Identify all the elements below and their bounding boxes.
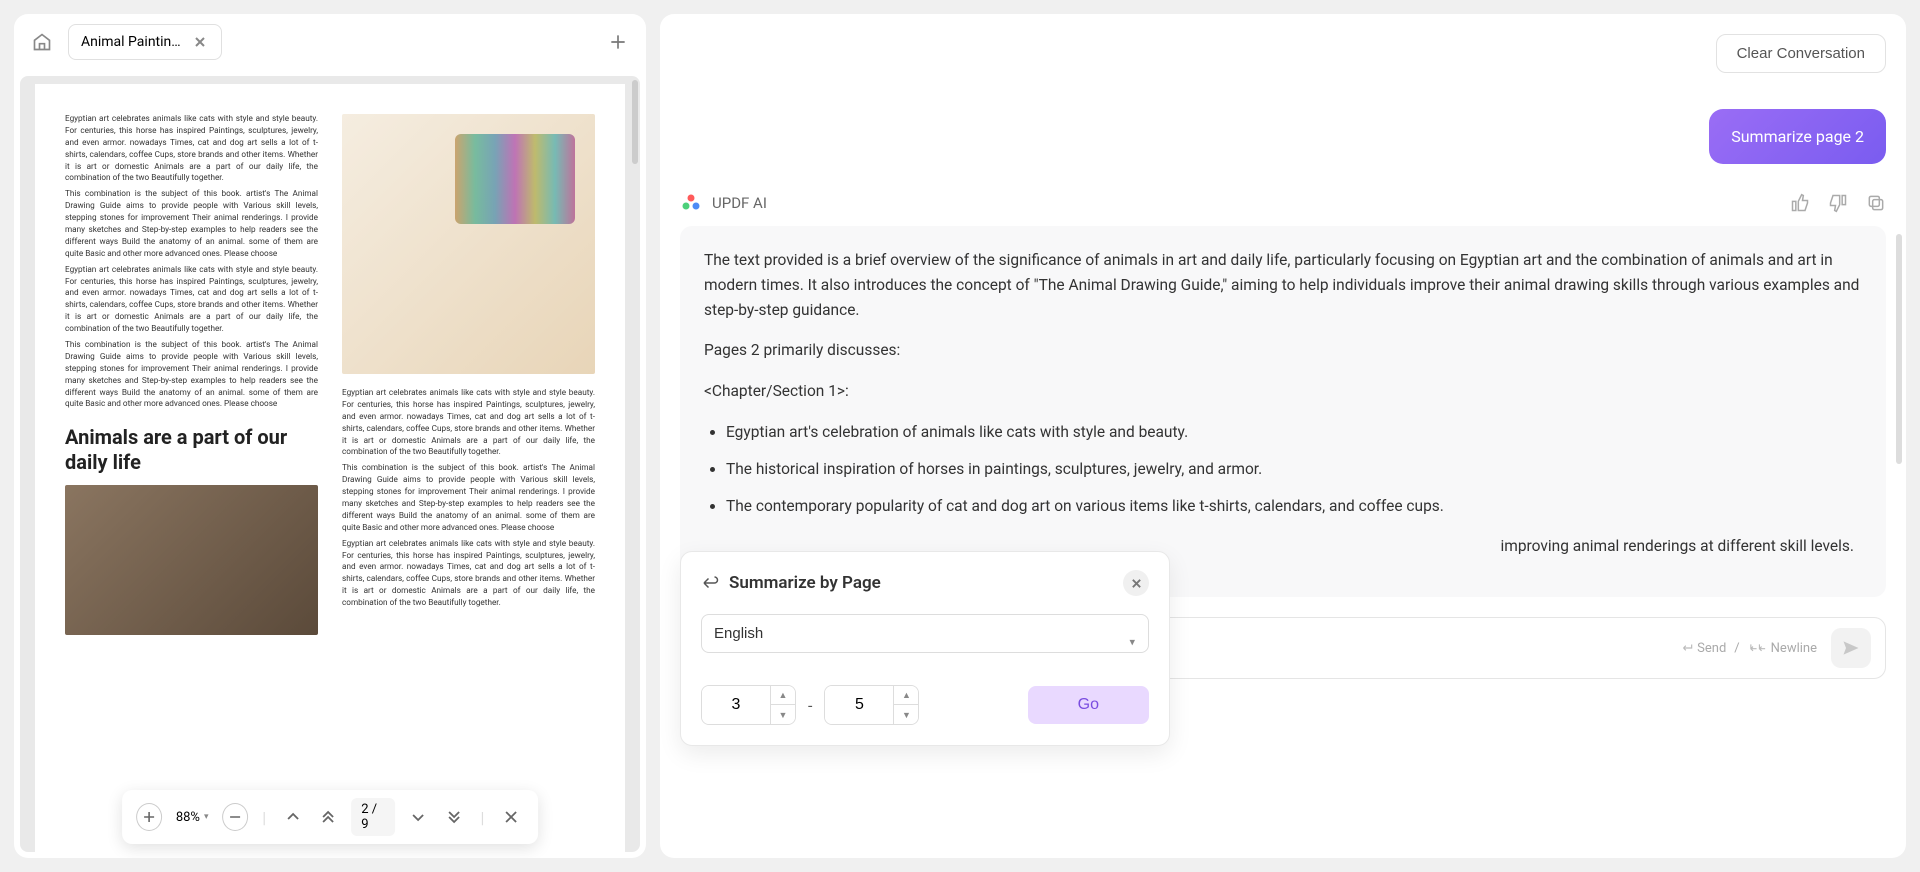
close-icon <box>504 810 518 824</box>
chevron-double-up-icon <box>320 809 336 825</box>
close-toolbar-button[interactable] <box>498 803 524 831</box>
thumbs-up-button[interactable] <box>1790 193 1810 213</box>
toolbar-separator: | <box>258 808 270 827</box>
current-page: 2 <box>361 802 368 817</box>
zoom-level[interactable]: 88% ▾ <box>172 810 213 825</box>
chevron-double-down-icon <box>446 809 462 825</box>
ai-name-label: UPDF AI <box>712 194 767 212</box>
ai-message-header: UPDF AI <box>680 192 1886 214</box>
ai-message-actions <box>1790 193 1886 213</box>
pdf-heading: Animals are a part of our daily life <box>65 425 318 475</box>
tab-bar: Animal Paintin… <box>14 14 646 70</box>
prev-page-button[interactable] <box>280 803 306 831</box>
updf-logo-icon <box>680 192 702 214</box>
newline-hint: Newline <box>1748 641 1817 656</box>
ai-bullet: Egyptian art's celebration of animals li… <box>726 420 1862 445</box>
zoom-value: 88% <box>176 810 200 825</box>
tab-title: Animal Paintin… <box>81 34 181 50</box>
minus-icon <box>228 810 242 824</box>
clear-conversation-button[interactable]: Clear Conversation <box>1716 34 1886 73</box>
from-page-stepper: ▲ ▼ <box>701 685 796 725</box>
ai-section-label: <Chapter/Section 1>: <box>704 379 1862 404</box>
user-message: Summarize page 2 <box>1709 109 1886 164</box>
ai-message-body: The text provided is a brief overview of… <box>680 226 1886 597</box>
zoom-in-button[interactable] <box>136 803 162 831</box>
pdf-page: Egyptian art celebrates animals like cat… <box>35 84 625 852</box>
add-tab-button[interactable] <box>602 26 634 58</box>
toolbar-separator: | <box>476 808 488 827</box>
shift-enter-icon <box>1748 641 1768 655</box>
tab-close-button[interactable] <box>191 33 209 51</box>
pdf-paragraph: This combination is the subject of this … <box>342 463 595 534</box>
ai-intro-paragraph: The text provided is a brief overview of… <box>704 248 1862 322</box>
range-dash: - <box>808 696 812 715</box>
from-step-up-button[interactable]: ▲ <box>771 686 795 705</box>
next-page-button[interactable] <box>405 803 431 831</box>
ai-bullet: The contemporary popularity of cat and d… <box>726 494 1862 519</box>
total-pages: 9 <box>361 817 368 832</box>
ai-bullet-list: Egyptian art's celebration of animals li… <box>726 420 1862 518</box>
chevron-down-icon: ▾ <box>204 812 209 822</box>
first-page-button[interactable] <box>316 803 342 831</box>
summarize-by-page-popover: Summarize by Page English ▲ ▼ - ▲ <box>680 551 1170 746</box>
thumbs-up-icon <box>1790 193 1810 213</box>
to-page-input[interactable] <box>825 686 893 724</box>
document-tab[interactable]: Animal Paintin… <box>68 24 222 60</box>
input-hints: Send / Newline <box>1680 641 1817 656</box>
close-icon <box>194 36 206 48</box>
page-indicator[interactable]: 2 / 9 <box>351 798 395 836</box>
plus-icon <box>608 32 628 52</box>
pdf-viewport[interactable]: Egyptian art celebrates animals like cat… <box>20 76 640 852</box>
thumbs-down-icon <box>1828 193 1848 213</box>
zoom-out-button[interactable] <box>222 803 248 831</box>
home-button[interactable] <box>26 26 58 58</box>
send-button[interactable] <box>1831 628 1871 668</box>
return-icon <box>701 574 719 592</box>
send-icon <box>1841 638 1861 658</box>
from-step-down-button[interactable]: ▼ <box>771 705 795 724</box>
popover-close-button[interactable] <box>1123 570 1149 596</box>
copy-button[interactable] <box>1866 193 1886 213</box>
go-button[interactable]: Go <box>1028 686 1149 724</box>
hint-sep: / <box>1734 641 1739 656</box>
popover-header: Summarize by Page <box>701 570 1149 596</box>
language-select[interactable]: English <box>701 614 1149 653</box>
popover-title: Summarize by Page <box>729 573 881 593</box>
pdf-paragraph: Egyptian art celebrates animals like cat… <box>342 388 595 459</box>
pdf-image <box>65 485 318 635</box>
enter-icon <box>1680 641 1694 655</box>
pdf-paragraph: Egyptian art celebrates animals like cat… <box>65 114 318 185</box>
ai-subheading: Pages 2 primarily discusses: <box>704 338 1862 363</box>
pdf-panel: Animal Paintin… Egyptian art celebrates … <box>14 14 646 858</box>
pdf-toolbar: 88% ▾ | 2 / 9 | <box>122 790 538 844</box>
from-page-input[interactable] <box>702 686 770 724</box>
ai-panel: Clear Conversation Summarize page 2 UPDF… <box>660 14 1906 858</box>
thumbs-down-button[interactable] <box>1828 193 1848 213</box>
page-sep: / <box>372 802 377 817</box>
ai-bullet: The historical inspiration of horses in … <box>726 457 1862 482</box>
chevron-up-icon <box>285 809 301 825</box>
last-page-button[interactable] <box>441 803 467 831</box>
to-page-stepper: ▲ ▼ <box>824 685 919 725</box>
copy-icon <box>1866 193 1886 213</box>
chevron-down-icon <box>410 809 426 825</box>
pdf-paragraph: Egyptian art celebrates animals like cat… <box>65 265 318 336</box>
pdf-paragraph: This combination is the subject of this … <box>65 189 318 260</box>
home-icon <box>32 32 52 52</box>
pdf-paragraph: This combination is the subject of this … <box>65 340 318 411</box>
send-hint: Send <box>1680 641 1726 656</box>
to-step-down-button[interactable]: ▼ <box>894 705 918 724</box>
page-range-row: ▲ ▼ - ▲ ▼ Go <box>701 685 1149 725</box>
plus-icon <box>142 810 156 824</box>
to-step-up-button[interactable]: ▲ <box>894 686 918 705</box>
pdf-paragraph: Egyptian art celebrates animals like cat… <box>342 539 595 610</box>
pdf-image <box>342 114 595 374</box>
close-icon <box>1131 578 1142 589</box>
